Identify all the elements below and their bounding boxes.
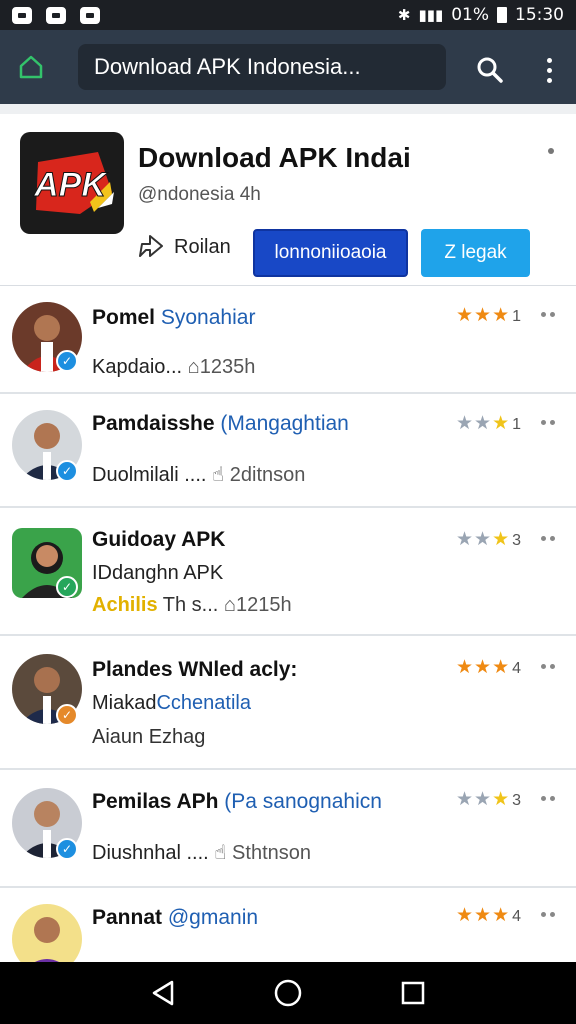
item-subtitle: IDdanghn APK [92,562,224,584]
search-button[interactable] [470,50,510,90]
item-meta: Achilis Th s... ⌂1215h [92,594,292,616]
verified-badge-icon: ✓ [56,350,78,372]
primary-button[interactable]: lonnoniioaoia [253,229,408,277]
verified-badge-icon: ✓ [56,460,78,482]
home-icon: ⌂ [187,356,200,378]
battery-icon [497,7,507,23]
item-subtitle: Duolmilali .... ☝ 2ditnson [92,464,306,486]
signal-icon: ▮▮▮ [418,6,444,24]
toolbar: Download APK Indonesia... [0,30,576,104]
app-header: APK Download APK Indai @ndonesia 4h Roil… [0,114,576,286]
bluetooth-icon: ✱ [397,6,411,24]
item-subtitle: Kapdaio... ⌂1235h [92,356,256,378]
back-icon[interactable] [148,978,178,1008]
app-icon [46,6,66,24]
verified-badge-icon: ✓ [56,704,78,726]
header-more-icon[interactable] [548,148,554,154]
list-item[interactable]: ✓ Guidoay APK IDdanghn APK Achilis Th s.… [0,508,576,636]
recents-icon[interactable] [398,978,428,1008]
clock: 15:30 [515,5,564,25]
home-icon [19,55,43,79]
home-icon: ⌂ [223,594,237,616]
item-subtitle: MiakadCchenatila [92,692,251,714]
rating-stars: ★★★ 3 [456,788,523,810]
item-subtitle: Diushnhal .... ☝ Sthtnson [92,842,311,864]
main-content: APK Download APK Indai @ndonesia 4h Roil… [0,114,576,962]
status-bar: ✱ ▮▮▮ 01% 15:30 [0,0,576,30]
item-title: Plandes WNled acly: [92,658,298,681]
app-title: Download APK Indai [138,142,411,173]
item-title: Pamdaisshe (Mangaghtian [92,412,349,435]
item-title: Guidoay APK [92,528,226,551]
app-subtitle: @ndonesia 4h [138,184,261,205]
avatar [12,904,82,962]
search-input[interactable]: Download APK Indonesia... [78,44,446,90]
more-options-icon[interactable] [541,420,555,425]
hand-icon: ☝ [212,464,225,486]
app-logo: APK [20,132,124,234]
system-nav-bar [0,962,576,1024]
item-title: Pomel Syonahiar [92,306,256,329]
battery-text: 01% [451,5,489,25]
list-item[interactable]: Pannat @gmanin ★★★ 4 [0,888,576,962]
verified-badge-icon: ✓ [56,838,78,860]
svg-text:APK: APK [33,166,108,204]
more-options-icon[interactable] [541,912,555,917]
home-button[interactable] [0,30,62,104]
list-item[interactable]: ✓ Pomel Syonahiar Kapdaio... ⌂1235h ★★★ 1 [0,286,576,394]
more-options-icon[interactable] [541,664,555,669]
notification-icon [12,6,32,24]
hand-icon: ☝ [214,842,227,864]
item-meta: Aiaun Ezhag [92,726,206,748]
more-vert-icon[interactable] [534,50,564,90]
list-item[interactable]: ✓ Pamdaisshe (Mangaghtian Duolmilali ...… [0,394,576,508]
more-options-icon[interactable] [541,796,555,801]
more-options-icon[interactable] [541,536,555,541]
item-title: Pannat @gmanin [92,906,259,929]
search-icon [477,57,503,83]
more-options-icon[interactable] [541,312,555,317]
share-button[interactable]: Roilan [136,232,231,262]
image-icon [80,6,100,24]
home-circle-icon[interactable] [273,978,303,1008]
rating-stars: ★★★ 3 [456,528,523,550]
verified-badge-icon: ✓ [56,576,78,598]
share-icon [139,235,163,257]
share-label: Roilan [174,235,231,258]
rating-stars: ★★★ 4 [456,656,523,678]
list-item[interactable]: ✓ Plandes WNled acly: MiakadCchenatila A… [0,636,576,770]
rating-stars: ★★★ 1 [456,304,523,326]
secondary-button[interactable]: Z legak [421,229,530,277]
item-title: Pemilas APh (Pa sanognahicn [92,790,382,813]
rating-stars: ★★★ 4 [456,904,523,926]
rating-stars: ★★★ 1 [456,412,523,434]
list-item[interactable]: ✓ Pemilas APh (Pa sanognahicn Diushnhal … [0,770,576,888]
